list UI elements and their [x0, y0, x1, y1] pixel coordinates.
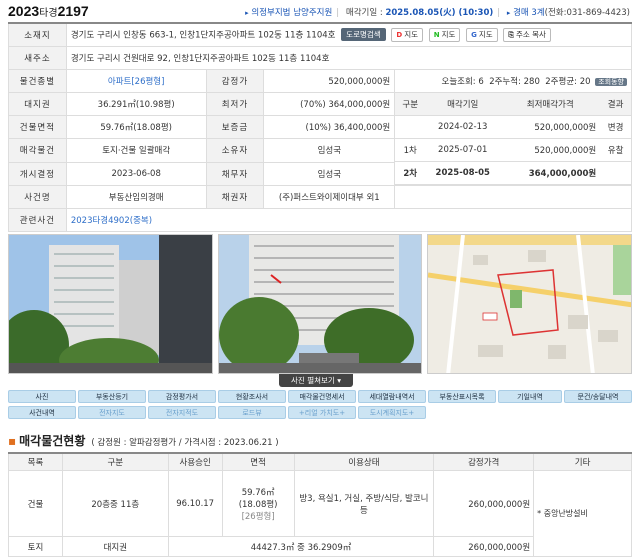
triangle-icon: ▸ — [245, 9, 249, 17]
property-status-table: 목록 구분 사용승인 면적 이용상태 감정가격 기타 건물 20층중 11층 96.10.1… — [8, 452, 632, 557]
court-link[interactable]: 의정부지법 남양주지원 — [251, 8, 332, 18]
daum-map-button[interactable]: D 지도 — [391, 27, 423, 42]
naver-map-button[interactable]: N 지도 — [428, 27, 461, 42]
photo-strip — [8, 234, 632, 374]
road-search-button[interactable]: 도로명검색 — [341, 28, 386, 42]
view-stats: 오늘조회: 6 2주누적: 280 2주평균: 20 조회동향 — [394, 68, 632, 93]
bullet-icon: ▪ — [8, 434, 17, 448]
related-case-link[interactable]: 2023타경4902(중복) — [65, 208, 633, 232]
start-date: 2023-06-08 — [65, 161, 207, 187]
view-trend-button[interactable]: 조회동향 — [595, 77, 627, 86]
photo-map[interactable] — [427, 234, 632, 374]
table-row: 건물 20층중 11층 96.10.17 59.76㎡ (18.08평) [26평형… — [8, 470, 632, 557]
case-name: 부동산임의경매 — [65, 185, 207, 209]
link-household[interactable]: 세대열람내역서 — [358, 390, 426, 403]
link-case-history[interactable]: 사건내역 — [8, 406, 76, 419]
link-real-value[interactable]: +리얼 가치도+ — [288, 406, 356, 419]
sale-object: 토지·건물 일괄매각 — [65, 138, 207, 163]
photo-building-1[interactable] — [8, 234, 213, 374]
chevron-down-icon: ▾ — [337, 376, 341, 385]
min-price: (70%) 364,000,000원 — [263, 91, 396, 116]
building-area: 59.76㎡(18.08평) — [65, 114, 207, 140]
naver-icon: N — [433, 30, 440, 39]
phone: (전화:031-869-4423) — [544, 8, 630, 18]
link-cadastral-map[interactable]: 전자지적도 — [148, 406, 216, 419]
lot-address: 경기도 구리시 인창동 663-1, 인창1단지주공아파트 102동 11층 1… — [70, 30, 336, 41]
link-registry[interactable]: 부동산등기 — [78, 390, 146, 403]
creditor: (주)퍼스트와이제이대부 외1 — [263, 185, 396, 209]
sale-date: 2025.08.05(火) (10:30) — [385, 8, 494, 18]
photo-expand-button[interactable]: 사진 펼쳐보기 ▾ — [279, 374, 353, 387]
photo-building-2[interactable] — [218, 234, 422, 374]
link-documents[interactable]: 문건/송달내역 — [564, 390, 632, 403]
debtor: 임성국 — [263, 161, 396, 187]
google-map-button[interactable]: G 지도 — [466, 27, 498, 42]
link-urban-plan[interactable]: 도시계획지도+ — [358, 406, 426, 419]
link-photos[interactable]: 사진 — [8, 390, 76, 403]
section-title: ▪ 매각물건현황( 감정원 : 알파감정평가 / 가격시점 : 2023.06.2… — [8, 434, 279, 448]
road-address: 경기도 구리시 건원대로 92, 인창1단지주공아파트 102동 11층 110… — [65, 45, 633, 70]
property-type: 아파트[26평형] — [65, 68, 207, 93]
google-icon: G — [471, 30, 477, 39]
link-roadview[interactable]: 로드뷰 — [218, 406, 286, 419]
link-property-list[interactable]: 부동산표시목록 — [428, 390, 496, 403]
copy-address-button[interactable]: ⎘ 주소 복사 — [503, 27, 551, 42]
history-row: 2024-02-13 520,000,000원 변경 — [395, 115, 631, 139]
header-info: ▸ 의정부지법 남양주지원 | 매각기일 : 2025.08.05(火) (10:… — [245, 8, 630, 18]
link-survey[interactable]: 현황조사서 — [218, 390, 286, 403]
auction-history: 구분 매각기일 최저매각가격 결과 2024-02-13 520,000,000원… — [395, 92, 631, 185]
appraisal-value: 520,000,000원 — [263, 68, 396, 93]
link-appraisal[interactable]: 감정평가서 — [148, 390, 216, 403]
copy-icon: ⎘ — [508, 30, 514, 39]
link-sale-spec[interactable]: 매각물건명세서 — [288, 390, 356, 403]
info-table: 소재지 경기도 구리시 인창동 663-1, 인창1단지주공아파트 102동 1… — [8, 22, 633, 232]
case-number: 2023타경2197 — [8, 3, 89, 19]
link-e-map[interactable]: 전자지도 — [78, 406, 146, 419]
link-date-history[interactable]: 기일내역 — [498, 390, 562, 403]
dept-link[interactable]: 경매 3계 — [513, 8, 545, 18]
deposit: (10%) 36,400,000원 — [263, 114, 396, 140]
history-row: 1차 2025-07-01 520,000,000원 유찰 — [395, 138, 631, 162]
owner: 임성국 — [263, 138, 396, 163]
land-right: 36.291㎡(10.98평) — [65, 91, 207, 116]
case-header: 2023타경2197 ▸ 의정부지법 남양주지원 | 매각기일 : 2025.08… — [0, 0, 640, 22]
daum-icon: D — [396, 30, 403, 39]
history-row: 2차 2025-08-05 364,000,000원 — [395, 161, 631, 185]
